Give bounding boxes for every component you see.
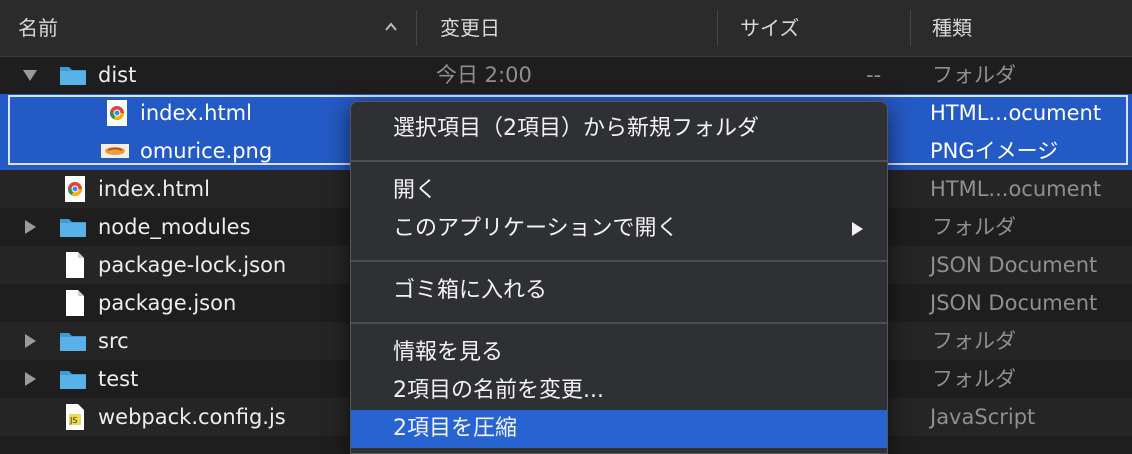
file-name: index.html <box>140 101 252 125</box>
file-kind: HTML...ocument <box>930 101 1102 125</box>
menu-item-open-with[interactable]: このアプリケーションで開く <box>351 210 887 248</box>
context-menu: 選択項目（2項目）から新規フォルダ 開く このアプリケーションで開く ゴミ箱に入… <box>350 101 888 454</box>
menu-item-new-folder-from-selection[interactable]: 選択項目（2項目）から新規フォルダ <box>351 110 887 148</box>
sort-ascending-icon[interactable] <box>384 20 398 34</box>
file-kind: JSON Document <box>930 291 1098 315</box>
svg-text:JS: JS <box>69 416 77 425</box>
menu-item-move-to-trash[interactable]: ゴミ箱に入れる <box>351 272 887 310</box>
menu-separator <box>351 260 887 262</box>
column-divider[interactable] <box>416 10 417 46</box>
file-kind: HTML...ocument <box>930 177 1102 201</box>
file-name: dist <box>98 63 137 87</box>
disclosure-collapsed-icon[interactable] <box>22 371 38 387</box>
file-kind: JavaScript <box>930 405 1036 429</box>
folder-icon <box>60 219 86 237</box>
file-date: 今日 2:00 <box>436 63 532 87</box>
file-kind: フォルダ <box>932 215 1016 239</box>
disclosure-collapsed-icon[interactable] <box>22 333 38 349</box>
file-name: webpack.config.js <box>98 405 286 429</box>
file-name: test <box>98 367 139 391</box>
disclosure-collapsed-icon[interactable] <box>22 219 38 235</box>
menu-separator <box>351 322 887 324</box>
file-name: node_modules <box>98 215 251 239</box>
column-size[interactable]: サイズ <box>740 0 799 56</box>
folder-icon <box>60 67 86 85</box>
disclosure-expanded-icon[interactable] <box>22 67 38 83</box>
file-name: src <box>98 329 129 353</box>
folder-icon <box>60 333 86 351</box>
column-divider[interactable] <box>717 10 718 46</box>
file-name: index.html <box>98 177 210 201</box>
file-row-dist[interactable]: dist 今日 2:00 -- フォルダ <box>0 56 1132 94</box>
chrome-html-icon <box>65 176 85 202</box>
file-name: package.json <box>98 291 237 315</box>
submenu-arrow-icon <box>852 222 863 236</box>
chrome-html-icon <box>107 100 127 126</box>
file-size: -- <box>866 63 882 87</box>
menu-item-compress[interactable]: 2項目を圧縮 <box>351 410 887 448</box>
file-kind: JSON Document <box>930 253 1098 277</box>
file-kind: PNGイメージ <box>930 139 1059 163</box>
menu-item-get-info[interactable]: 情報を見る <box>351 334 887 372</box>
column-modified[interactable]: 変更日 <box>440 0 500 56</box>
menu-separator <box>351 160 887 162</box>
js-file-icon: JS <box>66 404 84 430</box>
menu-item-open-with-label: このアプリケーションで開く <box>393 216 679 241</box>
document-icon <box>66 290 84 316</box>
menu-item-rename[interactable]: 2項目の名前を変更... <box>351 372 887 410</box>
file-name: omurice.png <box>140 139 273 163</box>
file-kind: フォルダ <box>932 367 1016 391</box>
menu-item-open[interactable]: 開く <box>351 172 887 210</box>
column-divider[interactable] <box>910 10 911 46</box>
folder-icon <box>60 371 86 389</box>
column-header: 名前 変更日 サイズ 種類 <box>0 0 1132 57</box>
column-kind[interactable]: 種類 <box>932 0 972 56</box>
image-thumbnail-icon <box>101 144 129 158</box>
column-name[interactable]: 名前 <box>18 0 58 56</box>
file-kind: フォルダ <box>932 63 1016 87</box>
document-icon <box>66 252 84 278</box>
file-name: package-lock.json <box>98 253 287 277</box>
file-kind: フォルダ <box>932 329 1016 353</box>
